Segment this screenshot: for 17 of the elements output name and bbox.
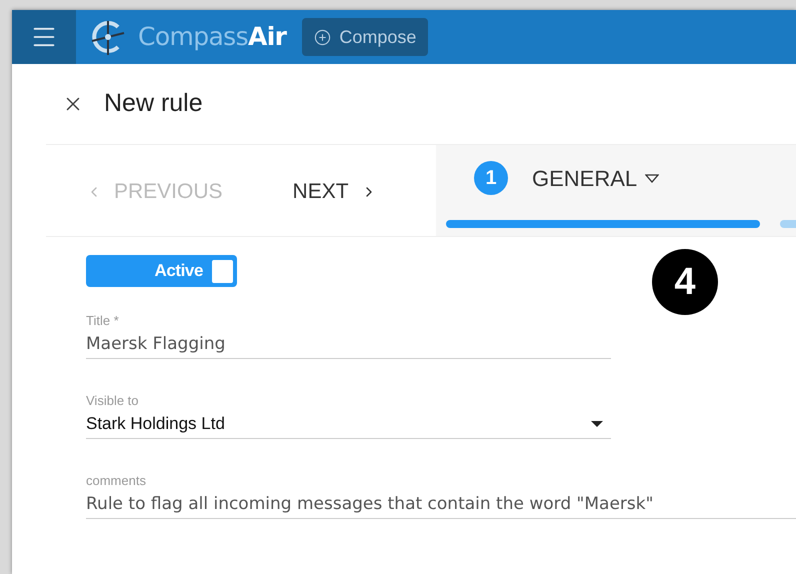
- plus-circle-icon: [314, 28, 332, 46]
- menu-button[interactable]: [12, 10, 76, 64]
- input-field[interactable]: Maersk Flagging: [86, 329, 611, 359]
- caret-icon: [591, 420, 603, 426]
- next-button[interactable]: NEXT: [292, 176, 377, 208]
- dialog-title: New rule: [104, 88, 203, 120]
- field-label: Title *: [86, 313, 120, 329]
- field-label: comments: [86, 473, 147, 489]
- field-label: Visible to: [86, 393, 140, 409]
- select-field[interactable]: Stark Holdings Ltd: [86, 409, 611, 439]
- brand-name: CompassAir: [138, 21, 286, 54]
- input-field[interactable]: Rule to flag all incoming messages that contain the word "Maersk": [86, 489, 796, 519]
- step-label: GENERAL: [532, 162, 660, 194]
- callout-badge: 4: [652, 249, 718, 315]
- compose-button[interactable]: Compose: [302, 18, 428, 56]
- step-number: 1: [474, 161, 508, 195]
- caret-icon: [645, 174, 660, 182]
